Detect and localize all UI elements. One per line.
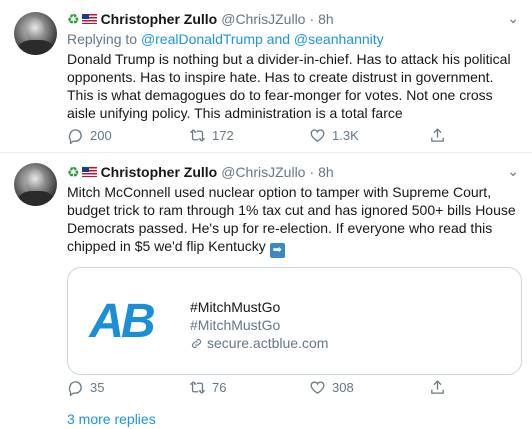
separator-dot: · bbox=[309, 164, 315, 180]
avatar-body bbox=[18, 191, 54, 206]
more-options-icon[interactable]: ⌄ bbox=[507, 163, 520, 180]
link-card[interactable]: AB #MitchMustGo #MitchMustGo secure.actb… bbox=[67, 267, 522, 375]
separator-dot: · bbox=[309, 11, 315, 27]
show-more-replies-link[interactable]: 3 more replies bbox=[67, 411, 156, 427]
name-badges: ♻ bbox=[67, 165, 97, 179]
share-icon bbox=[431, 380, 444, 394]
reply-icon bbox=[68, 381, 82, 396]
display-name[interactable]: Christopher Zullo bbox=[101, 10, 218, 28]
tweet-header: ♻ Christopher Zullo @ChrisJZullo · 8h bbox=[67, 163, 520, 181]
card-domain-text: secure.actblue.com bbox=[207, 335, 329, 351]
replying-to-label: Replying to bbox=[67, 31, 138, 47]
retweet-count: 172 bbox=[212, 128, 234, 143]
avatar-face bbox=[26, 169, 44, 193]
timestamp[interactable]: 8h bbox=[318, 10, 334, 28]
reply-button[interactable]: 35 bbox=[67, 379, 104, 396]
us-flag-icon bbox=[81, 167, 97, 177]
share-icon bbox=[431, 128, 444, 142]
card-logo-text: AB bbox=[89, 294, 155, 348]
tweet-text-body: Mitch McConnell used nuclear option to t… bbox=[67, 184, 516, 254]
tweet-content: ♻ Christopher Zullo @ChrisJZullo · 8h ⌄ … bbox=[67, 10, 520, 122]
tweet-actions: 35 76 308 bbox=[67, 379, 527, 399]
like-button[interactable]: 308 bbox=[309, 379, 354, 396]
tweet[interactable]: ♻ Christopher Zullo @ChrisJZullo · 8h ⌄ … bbox=[0, 153, 532, 403]
timestamp[interactable]: 8h bbox=[318, 163, 334, 181]
card-info: #MitchMustGo #MitchMustGo secure.actblue… bbox=[190, 298, 328, 352]
right-arrow-icon: ➡ bbox=[269, 243, 285, 258]
reply-count: 200 bbox=[90, 128, 112, 143]
actblue-logo: AB bbox=[68, 268, 174, 374]
card-title: #MitchMustGo bbox=[190, 299, 281, 315]
user-handle[interactable]: @ChrisJZullo bbox=[221, 10, 305, 28]
us-flag-icon bbox=[81, 14, 97, 24]
retweet-count: 76 bbox=[212, 380, 227, 395]
user-handle[interactable]: @ChrisJZullo bbox=[221, 163, 305, 181]
retweet-icon bbox=[189, 381, 206, 394]
like-button[interactable]: 1.3K bbox=[309, 127, 359, 144]
tweet[interactable]: ♻ Christopher Zullo @ChrisJZullo · 8h ⌄ … bbox=[0, 0, 532, 153]
replying-to: Replying to @realDonaldTrump and @seanha… bbox=[67, 30, 520, 48]
share-button[interactable] bbox=[429, 379, 446, 396]
tweet-actions: 200 172 1.3K bbox=[67, 127, 527, 147]
reply-button[interactable]: 200 bbox=[67, 127, 112, 144]
replying-to-users[interactable]: @realDonaldTrump and @seanhannity bbox=[141, 31, 384, 47]
like-count: 1.3K bbox=[332, 128, 359, 143]
reply-icon bbox=[68, 129, 82, 144]
avatar[interactable] bbox=[14, 12, 57, 55]
avatar-face bbox=[26, 18, 44, 42]
display-name[interactable]: Christopher Zullo bbox=[101, 163, 218, 181]
recycle-icon: ♻ bbox=[67, 164, 80, 180]
heart-icon bbox=[310, 129, 325, 142]
avatar-body bbox=[18, 40, 54, 55]
avatar[interactable] bbox=[14, 163, 57, 206]
share-button[interactable] bbox=[429, 127, 446, 144]
tweet-text: Mitch McConnell used nuclear option to t… bbox=[67, 183, 520, 258]
retweet-icon bbox=[189, 129, 206, 142]
link-icon bbox=[191, 338, 202, 348]
like-count: 308 bbox=[332, 380, 354, 395]
card-domain: secure.actblue.com bbox=[190, 334, 328, 352]
more-options-icon[interactable]: ⌄ bbox=[507, 10, 520, 27]
name-badges: ♻ bbox=[67, 12, 97, 26]
reply-count: 35 bbox=[90, 380, 105, 395]
card-description: #MitchMustGo bbox=[190, 317, 281, 333]
tweet-header: ♻ Christopher Zullo @ChrisJZullo · 8h bbox=[67, 10, 520, 28]
tweet-content: ♻ Christopher Zullo @ChrisJZullo · 8h ⌄ … bbox=[67, 163, 522, 383]
heart-icon bbox=[310, 381, 325, 394]
tweet-text: Donald Trump is nothing but a divider-in… bbox=[67, 51, 511, 121]
retweet-button[interactable]: 172 bbox=[189, 127, 234, 144]
recycle-icon: ♻ bbox=[67, 11, 80, 27]
retweet-button[interactable]: 76 bbox=[189, 379, 226, 396]
